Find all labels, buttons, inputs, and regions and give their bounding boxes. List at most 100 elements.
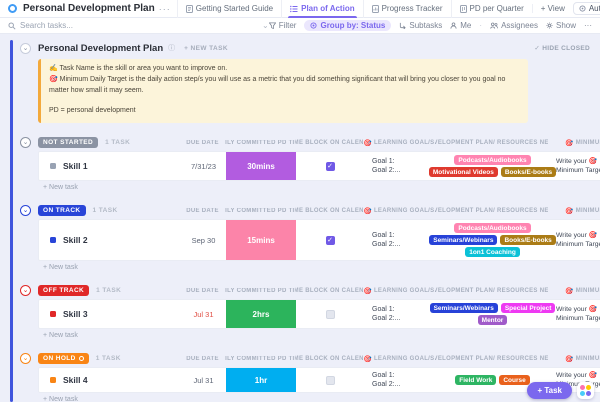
info-icon[interactable]: ⓘ	[168, 43, 175, 53]
filter-button[interactable]: Filter	[269, 21, 297, 30]
task-name[interactable]: Skill 2	[63, 235, 88, 245]
due-date-cell[interactable]: Jul 31	[181, 310, 226, 319]
group-by-button[interactable]: Group by: Status	[304, 20, 391, 31]
column-header[interactable]: 🎯LEARNING GOAL/S	[363, 287, 435, 295]
resource-tag[interactable]: Field Work	[455, 375, 496, 385]
automate-button[interactable]: Automate ⌄	[573, 2, 600, 15]
column-header[interactable]: DUE DATE	[180, 356, 225, 362]
column-header[interactable]: 🎯MINIMUM DAILY	[548, 207, 600, 215]
new-task-button[interactable]: + New task	[43, 264, 600, 271]
column-header[interactable]: 🎯LEARNING GOAL/S	[363, 139, 435, 147]
hide-closed-toggle[interactable]: ✓ HIDE CLOSED	[534, 44, 590, 52]
status-badge[interactable]: ON HOLD	[38, 353, 89, 364]
column-header[interactable]: DUE DATE	[180, 140, 225, 146]
toolbar-more-button[interactable]: ···	[584, 21, 592, 30]
title-more-icon[interactable]: ···	[159, 4, 171, 14]
status-badge[interactable]: OFF TRACK	[38, 285, 89, 296]
resource-tag[interactable]: Seminars/Webinars	[429, 235, 497, 245]
subtasks-button[interactable]: Subtasks	[399, 21, 442, 30]
status-bullet-icon[interactable]	[50, 237, 56, 243]
task-row[interactable]: Skill 1 7/31/23 30mins ✓ Goal 1:Goal 2:.…	[38, 151, 600, 181]
group-collapse-chevron-icon[interactable]: ⌄	[20, 205, 31, 216]
time-block-checkbox[interactable]	[326, 310, 335, 319]
due-date-cell[interactable]: Jul 31	[181, 376, 226, 385]
new-task-button[interactable]: + New task	[43, 184, 600, 191]
search-input[interactable]: Search tasks... ⌄	[8, 21, 269, 30]
resource-tag[interactable]: Books/E-books	[500, 235, 555, 245]
minimum-daily-cell[interactable]: Write your 🎯Minimum Target here.	[549, 305, 600, 324]
resource-tag[interactable]: 1on1 Coaching	[465, 247, 520, 257]
due-date-cell[interactable]: Sep 30	[181, 236, 226, 245]
status-bullet-icon[interactable]	[50, 377, 56, 383]
task-row[interactable]: Skill 2 Sep 30 15mins ✓ Goal 1:Goal 2:..…	[38, 219, 600, 261]
column-header[interactable]: ⏱TIME BLOCK ON CALENDAR	[295, 355, 363, 363]
learning-goals-cell[interactable]: Goal 1:Goal 2:...	[364, 157, 436, 176]
resource-tag[interactable]: Podcasts/Audiobooks	[454, 223, 530, 233]
pd-time-cell[interactable]: 1hr	[226, 368, 296, 392]
resource-tag[interactable]: Motivational Videos	[429, 167, 498, 177]
task-name[interactable]: Skill 4	[63, 375, 88, 385]
add-view-button[interactable]: + View	[532, 4, 573, 13]
column-header[interactable]: DAILY COMMITTED PD TIME	[225, 288, 295, 294]
search-chevron-icon[interactable]: ⌄	[262, 21, 269, 30]
add-task-fab-button[interactable]: + Task	[527, 382, 572, 399]
column-header[interactable]: 🎯MINIMUM DAILY	[548, 355, 600, 363]
tab-plan-of-action[interactable]: Plan of Action	[281, 0, 362, 18]
status-badge[interactable]: ON TRACK	[38, 205, 86, 216]
column-header[interactable]: ⏱TIME BLOCK ON CALENDAR	[295, 207, 363, 215]
tab-getting-started-guide[interactable]: Getting Started Guide	[177, 0, 281, 18]
minimum-daily-cell[interactable]: Write your 🎯Minimum Target here.	[549, 157, 600, 176]
show-button[interactable]: Show	[546, 21, 576, 30]
column-header[interactable]: DUE DATE	[180, 288, 225, 294]
column-header[interactable]: 🎯MINIMUM DAILY	[548, 287, 600, 295]
resource-tag[interactable]: Special Project	[501, 303, 556, 313]
column-header[interactable]: DUE DATE	[180, 208, 225, 214]
learning-goals-cell[interactable]: Goal 1:Goal 2:...	[364, 305, 436, 324]
column-header[interactable]: ⏱TIME BLOCK ON CALENDAR	[295, 287, 363, 295]
tab-progress-tracker[interactable]: Progress Tracker	[363, 0, 451, 18]
me-filter-button[interactable]: Me	[450, 21, 471, 30]
group-collapse-chevron-icon[interactable]: ⌄	[20, 137, 31, 148]
status-bullet-icon[interactable]	[50, 311, 56, 317]
task-name[interactable]: Skill 3	[63, 309, 88, 319]
new-task-button[interactable]: + New task	[43, 332, 600, 339]
list-new-task-button[interactable]: + NEW TASK	[184, 45, 228, 52]
resource-tag[interactable]: Course	[499, 375, 529, 385]
new-task-button[interactable]: + New task	[43, 396, 600, 402]
resources-tags-cell[interactable]: Podcasts/AudiobooksMotivational VideosBo…	[436, 152, 549, 180]
resources-tags-cell[interactable]: Podcasts/AudiobooksSeminars/WebinarsBook…	[436, 220, 549, 260]
column-header[interactable]: 🎯LEARNING GOAL/S	[363, 355, 435, 363]
column-header[interactable]: DAILY COMMITTED PD TIME	[225, 140, 295, 146]
column-header[interactable]: 🎯MINIMUM DAILY	[548, 139, 600, 147]
time-block-checkbox[interactable]	[326, 376, 335, 385]
status-bullet-icon[interactable]	[50, 163, 56, 169]
time-block-checkbox[interactable]: ✓	[326, 236, 335, 245]
resource-tag[interactable]: Mentor	[478, 315, 508, 325]
column-header[interactable]: 🎯LEARNING GOAL/S	[363, 207, 435, 215]
task-name[interactable]: Skill 1	[63, 161, 88, 171]
resources-tags-cell[interactable]: Seminars/WebinarsSpecial ProjectMentor	[436, 300, 549, 328]
column-header[interactable]: ⏱TIME BLOCK ON CALENDAR	[295, 139, 363, 147]
pd-time-cell[interactable]: 15mins	[226, 220, 296, 260]
list-collapse-chevron-icon[interactable]: ⌄	[20, 43, 31, 54]
status-badge[interactable]: NOT STARTED	[38, 137, 98, 148]
task-row[interactable]: Skill 4 Jul 31 1hr Goal 1:Goal 2:... Fie…	[38, 367, 600, 393]
resource-tag[interactable]: Podcasts/Audiobooks	[454, 155, 530, 165]
pd-time-cell[interactable]: 30mins	[226, 152, 296, 180]
column-header[interactable]: ⚒DEVELOPMENT PLAN/ RESOURCES NEEDED	[435, 139, 548, 147]
column-header[interactable]: ⚒DEVELOPMENT PLAN/ RESOURCES NEEDED	[435, 287, 548, 295]
due-date-cell[interactable]: 7/31/23	[181, 162, 226, 171]
assignees-button[interactable]: Assignees	[490, 21, 538, 30]
learning-goals-cell[interactable]: Goal 1:Goal 2:...	[364, 371, 436, 390]
time-block-checkbox[interactable]: ✓	[326, 162, 335, 171]
column-header[interactable]: DAILY COMMITTED PD TIME	[225, 208, 295, 214]
help-widget-button[interactable]	[577, 382, 594, 399]
resource-tag[interactable]: Seminars/Webinars	[430, 303, 498, 313]
resource-tag[interactable]: Books/E-books	[501, 167, 556, 177]
column-header[interactable]: DAILY COMMITTED PD TIME	[225, 356, 295, 362]
minimum-daily-cell[interactable]: Write your 🎯Minimum Target here.	[549, 231, 600, 250]
column-header[interactable]: ⚒DEVELOPMENT PLAN/ RESOURCES NEEDED	[435, 355, 548, 363]
task-row[interactable]: Skill 3 Jul 31 2hrs Goal 1:Goal 2:... Se…	[38, 299, 600, 329]
tab-pd-per-quarter[interactable]: PD per Quarter	[451, 0, 532, 18]
group-collapse-chevron-icon[interactable]: ⌄	[20, 285, 31, 296]
